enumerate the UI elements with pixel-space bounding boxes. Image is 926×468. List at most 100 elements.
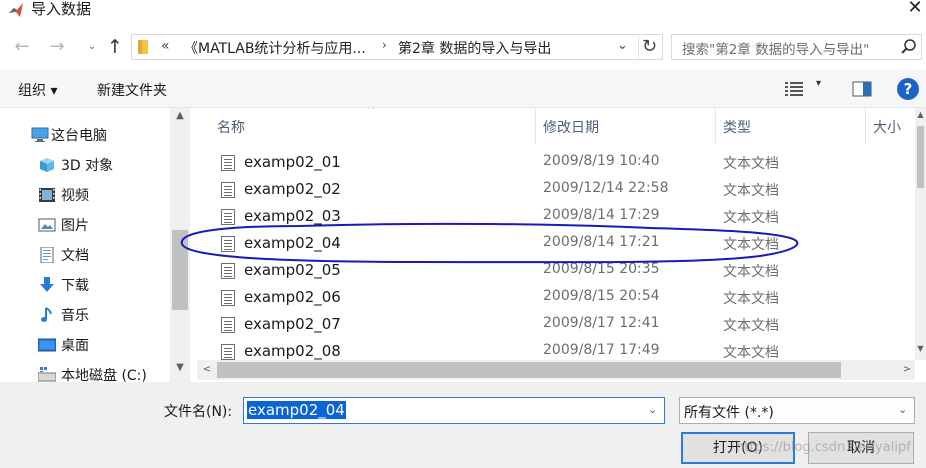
column-header-name[interactable]: 名称 [217, 108, 245, 144]
column-divider[interactable] [865, 108, 866, 144]
text-file-icon [221, 155, 235, 171]
sidebar-item-downloads[interactable]: 下载 [0, 270, 170, 300]
file-type: 文本文档 [723, 183, 779, 199]
text-file-icon [221, 290, 235, 306]
sidebar-item-label: 视频 [61, 188, 89, 204]
view-options-icon[interactable] [785, 82, 803, 96]
search-input[interactable]: 搜索"第2章 数据的导入与导出" [682, 38, 869, 58]
scrollbar-thumb[interactable] [217, 362, 841, 378]
view-options-dropdown[interactable]: ▾ [816, 78, 821, 89]
search-box[interactable]: 搜索"第2章 数据的导入与导出" [671, 34, 922, 60]
3d-objects-icon [38, 157, 56, 173]
address-bar[interactable]: « 《MATLAB统计分析与应用... › 第2章 数据的导入与导出 ⌄ ↻ [131, 34, 663, 60]
sidebar-item-videos[interactable]: 视频 [0, 180, 170, 210]
file-date: 2009/8/15 20:54 [543, 288, 660, 304]
address-segment-chapter[interactable]: 第2章 数据的导入与导出 [398, 38, 551, 58]
file-row-selected[interactable]: examp02_04 2009/8/14 17:21 文本文档 [197, 230, 915, 257]
file-row[interactable]: examp02_03 2009/8/14 17:29 文本文档 [197, 203, 915, 230]
file-date: 2009/12/14 22:58 [543, 180, 669, 196]
new-folder-button[interactable]: 新建文件夹 [97, 80, 167, 100]
sidebar-item-label: 本地磁盘 (C:) [61, 368, 147, 382]
scroll-right-button[interactable]: > [899, 361, 915, 379]
file-row[interactable]: examp02_06 2009/8/15 20:54 文本文档 [197, 284, 915, 311]
chevron-down-icon[interactable]: ⌄ [648, 403, 657, 416]
address-segment-book[interactable]: 《MATLAB统计分析与应用... [184, 38, 366, 58]
column-header-modified[interactable]: 修改日期 [543, 108, 599, 144]
sidebar-item-label: 音乐 [61, 308, 89, 324]
text-file-icon [221, 182, 235, 198]
sidebar-item-label: 这台电脑 [51, 128, 107, 144]
forward-button[interactable]: → [45, 35, 69, 59]
sidebar-item-3d-objects[interactable]: 3D 对象 [0, 150, 170, 180]
sidebar-item-label: 下载 [61, 278, 89, 294]
file-row[interactable]: examp02_01 2009/8/19 10:40 文本文档 [197, 149, 915, 176]
filename-field[interactable]: examp02_04 ⌄ [243, 397, 665, 424]
text-file-icon [221, 263, 235, 279]
file-type-filter[interactable]: 所有文件 (*.*) ⌄ [679, 397, 915, 424]
sort-ascending-icon: ^ [367, 108, 376, 116]
file-date: 2009/8/15 20:35 [543, 261, 660, 277]
file-type: 文本文档 [723, 264, 779, 280]
file-type: 文本文档 [723, 156, 779, 172]
computer-icon [31, 127, 49, 143]
file-type: 文本文档 [723, 237, 779, 253]
refresh-button[interactable]: ↻ [638, 36, 660, 58]
address-overflow[interactable]: « [161, 38, 170, 54]
file-date: 2009/8/17 17:49 [543, 342, 660, 358]
drive-icon [37, 367, 57, 382]
up-folder-button[interactable]: ↑ [103, 35, 127, 59]
column-header-type[interactable]: 类型 [723, 108, 751, 144]
file-name: examp02_01 [244, 153, 341, 171]
scroll-up-button[interactable]: ▲ [170, 110, 190, 126]
column-divider[interactable] [535, 108, 536, 144]
file-date: 2009/8/17 12:41 [543, 315, 660, 331]
scrollbar-thumb[interactable] [172, 230, 188, 310]
sidebar-item-documents[interactable]: 文档 [0, 240, 170, 270]
filename-value[interactable]: examp02_04 [247, 401, 346, 419]
back-button[interactable]: ← [10, 35, 34, 59]
file-type: 文本文档 [723, 318, 779, 334]
search-icon[interactable] [900, 38, 918, 56]
sidebar-item-music[interactable]: 音乐 [0, 300, 170, 330]
chevron-down-icon[interactable]: ⌄ [898, 403, 907, 416]
file-name: examp02_08 [244, 342, 341, 360]
scroll-left-button[interactable]: < [199, 361, 215, 379]
chevron-right-icon[interactable]: › [382, 38, 387, 52]
file-name: examp02_06 [244, 288, 341, 306]
close-button[interactable]: ✕ [904, 0, 926, 20]
sidebar-item-desktop[interactable]: 桌面 [0, 330, 170, 360]
chevron-down-icon[interactable]: ⌄ [617, 38, 628, 53]
file-name: examp02_05 [244, 261, 341, 279]
scroll-up-button[interactable]: ▲ [915, 110, 926, 122]
file-row[interactable]: examp02_02 2009/12/14 22:58 文本文档 [197, 176, 915, 203]
file-name: examp02_07 [244, 315, 341, 333]
folder-icon [138, 40, 148, 54]
recent-locations-button[interactable]: ⌄ [80, 35, 104, 59]
watermark: https://blog.csdn.net/yalipf [736, 440, 911, 455]
desktop-icon [37, 337, 57, 353]
help-icon[interactable]: ? [897, 78, 919, 100]
scroll-down-button[interactable]: ▼ [170, 362, 190, 378]
scrollbar-thumb[interactable] [917, 126, 924, 188]
organize-button[interactable]: 组织 ▾ [18, 80, 57, 100]
file-row[interactable]: examp02_05 2009/8/15 20:35 文本文档 [197, 257, 915, 284]
file-row[interactable]: examp02_07 2009/8/17 12:41 文本文档 [197, 311, 915, 338]
sidebar-item-label: 3D 对象 [61, 158, 114, 174]
sidebar-item-pictures[interactable]: 图片 [0, 210, 170, 240]
file-date: 2009/8/19 10:40 [543, 153, 660, 169]
download-icon [38, 277, 56, 293]
text-file-icon [221, 209, 235, 225]
navigation-pane: 这台电脑 3D 对象 视频 图片 文档 下载 音乐 桌面 本地磁盘 (C:) [0, 108, 190, 382]
sidebar-item-local-disk[interactable]: 本地磁盘 (C:) [0, 360, 170, 382]
column-divider[interactable] [715, 108, 716, 144]
sidebar-item-this-pc[interactable]: 这台电脑 [0, 120, 170, 150]
preview-pane-icon[interactable] [852, 81, 872, 97]
toolbar: 组织 ▾ 新建文件夹 ▾ ? [0, 70, 926, 108]
column-header-size[interactable]: 大小 [873, 108, 901, 144]
music-icon [38, 307, 56, 323]
sidebar-item-label: 图片 [61, 218, 89, 234]
scroll-down-button[interactable]: ▼ [915, 344, 926, 356]
file-row[interactable]: examp02_08 2009/8/17 17:49 文本文档 [197, 338, 915, 360]
file-name: examp02_03 [244, 207, 341, 225]
filename-label: 文件名(N): [164, 404, 233, 420]
